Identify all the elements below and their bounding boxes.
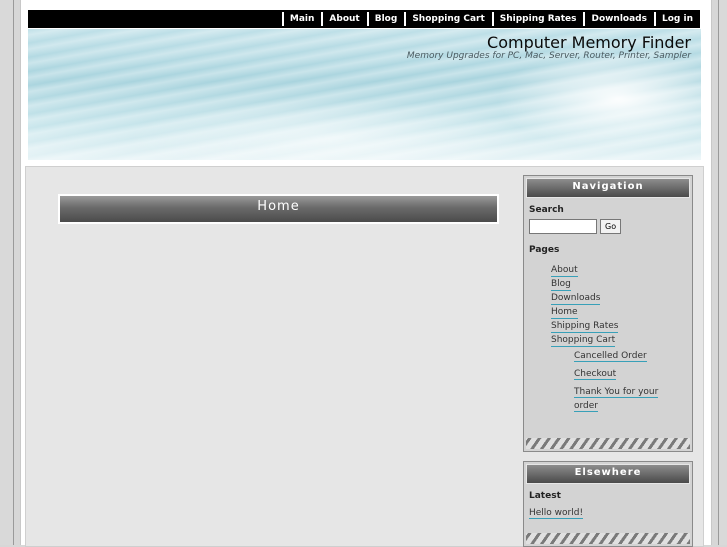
nav-item-blog[interactable]: Blog [366, 12, 405, 26]
right-gutter [718, 0, 727, 545]
page-title: Home [60, 196, 497, 222]
page-link-shopping-cart[interactable]: Shopping Cart [551, 335, 692, 347]
nav-item-shopping-cart[interactable]: Shopping Cart [404, 12, 491, 26]
page-link-checkout[interactable]: Checkout [574, 367, 662, 381]
site-title[interactable]: Computer Memory Finder [487, 33, 691, 52]
search-label: Search [529, 205, 564, 215]
site-tagline: Memory Upgrades for PC, Mac, Server, Rou… [406, 51, 691, 61]
pages-label: Pages [529, 245, 560, 255]
nav-item-about[interactable]: About [321, 12, 366, 26]
page-link-downloads[interactable]: Downloads [551, 293, 692, 305]
latest-post-link[interactable]: Hello world! [529, 508, 692, 519]
widget-stripe-footer [526, 533, 690, 544]
page-link-shipping-rates[interactable]: Shipping Rates [551, 321, 692, 333]
go-button[interactable]: Go [600, 219, 622, 234]
latest-label: Latest [529, 491, 561, 501]
header-banner: Computer Memory Finder Memory Upgrades f… [28, 29, 701, 160]
elsewhere-widget-title: Elsewhere [526, 464, 690, 484]
navigation-widget-title: Navigation [526, 178, 690, 198]
page-link-blog[interactable]: Blog [551, 279, 692, 291]
page-link-cancelled-order[interactable]: Cancelled Order [574, 349, 662, 363]
search-row: Go [529, 219, 692, 234]
nav-item-log-in[interactable]: Log in [654, 12, 700, 26]
pages-list: About Blog Downloads Home Shipping Rates… [551, 265, 692, 347]
top-navigation: Main About Blog Shopping Cart Shipping R… [28, 10, 700, 28]
nav-item-shipping-rates[interactable]: Shipping Rates [491, 12, 584, 26]
search-input[interactable] [529, 219, 597, 234]
elsewhere-widget: Elsewhere Latest Hello world! [523, 461, 693, 547]
page-title-bar: Home [58, 194, 499, 224]
subpages-list: Cancelled Order Checkout Thank You for y… [574, 349, 662, 413]
nav-item-downloads[interactable]: Downloads [583, 12, 654, 26]
widget-stripe-footer [526, 438, 690, 449]
page-link-thank-you[interactable]: Thank You for your order [574, 385, 662, 413]
navigation-widget: Navigation Search Go Pages About Blog Do… [523, 175, 693, 452]
nav-item-main[interactable]: Main [281, 12, 322, 26]
page-link-about[interactable]: About [551, 265, 692, 277]
left-gutter [0, 0, 14, 545]
page-link-home[interactable]: Home [551, 307, 692, 319]
